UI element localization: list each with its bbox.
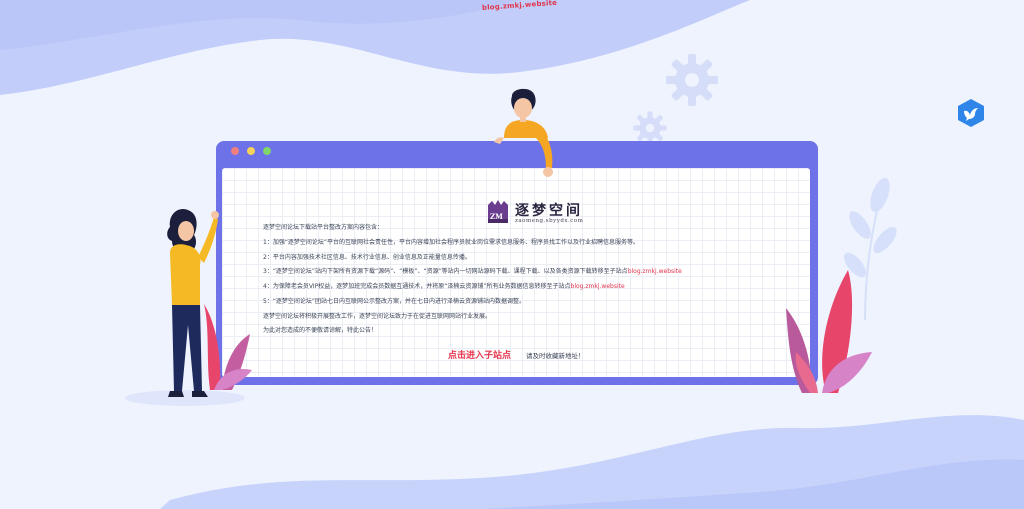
brand-domain: zaomeng.sbyydx.com (515, 218, 584, 224)
notice-item-3: 3：“逐梦空间论坛”站内下架所有资源下载“源码”、“模板”、“资源”等站内一切网… (263, 268, 682, 276)
notice-closing-1: 逐梦空间论坛将积极开展整改工作，逐梦空间论坛致力于在促进互联网网站行业发展。 (263, 313, 492, 320)
window-close-dot (231, 147, 239, 155)
notice-item-3-link[interactable]: blog.zmkj.website (628, 268, 682, 275)
notice-item-2: 2：平台内容加强技术社区信息、技术行业信息、创业信息及正能量信息传播。 (263, 254, 471, 261)
share-bird-icon[interactable] (958, 99, 984, 127)
notice-item-1: 1：加强“逐梦空间论坛”平台的互联网社会责任性，平台内容增加社会程序员就业岗位需… (263, 239, 640, 246)
notice-item-4: 4：为保障老会员VIP权益，逐梦加班完成会员数据互通技术，并将原“泽楠云资源铺”… (263, 283, 625, 291)
man-illustration (494, 88, 553, 177)
announcement-panel: 逐梦空间 zaomeng.sbyydx.com ZM 逐梦空间论坛下载站平台整改… (222, 168, 810, 377)
brand-title: 逐梦空间 (515, 203, 583, 219)
notice-intro: 逐梦空间论坛下载站平台整改方案内容包含： (263, 224, 384, 231)
gear-icon (666, 54, 718, 106)
notice-item-5: 5：“逐梦空间论坛”团站七日内互联网公示整改方案，并在七日内进行泽楠云资源铺站内… (263, 298, 526, 305)
enter-substation-link[interactable]: 点击进入子站点 (448, 348, 511, 361)
notice-item-4-link[interactable]: blog.zmkj.website (571, 283, 625, 290)
notice-item-3-text: 3：“逐梦空间论坛”站内下架所有资源下载“源码”、“模板”、“资源”等站内一切网… (263, 268, 628, 275)
brand-logo: 逐梦空间 zaomeng.sbyydx.com (486, 199, 606, 227)
window-minimize-dot (247, 147, 255, 155)
window-maximize-dot (263, 147, 271, 155)
plant-decoration (204, 304, 252, 390)
notice-closing-2: 为此对您造成的不便敬请谅解，特此公告！ (263, 327, 378, 334)
cta-hint: 请及时收藏新地址！ (526, 352, 585, 360)
plant-decoration (786, 270, 872, 393)
brand-badge-text: ZM (490, 212, 503, 221)
notice-item-4-text: 4：为保障老会员VIP权益，逐梦加班完成会员数据互通技术，并将原“泽楠云资源铺”… (263, 283, 571, 290)
